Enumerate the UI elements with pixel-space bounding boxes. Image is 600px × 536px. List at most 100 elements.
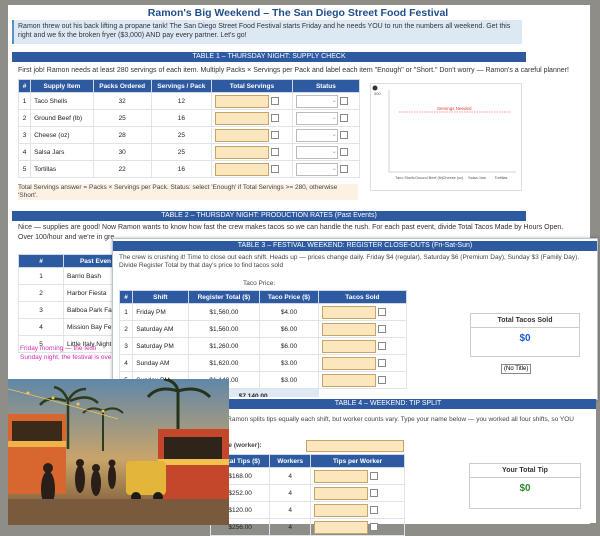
col-num: # (118, 290, 134, 304)
check-box[interactable] (271, 97, 280, 105)
check-box[interactable] (377, 359, 386, 367)
status-cell: ⌄ (291, 143, 361, 161)
total-tacos-box: Total Tacos Sold $0 (470, 313, 580, 357)
tooltip: (No Title) (501, 364, 532, 374)
tacos-sold-input[interactable] (321, 305, 376, 319)
threshold-label: Servings Needed (437, 106, 472, 111)
total-servings-input[interactable] (215, 111, 270, 125)
table-row: $256.00 4 (209, 518, 405, 536)
tacos-sold-input[interactable] (321, 356, 376, 370)
check-box[interactable] (377, 376, 386, 384)
tips-per-worker-input[interactable] (314, 486, 369, 500)
table3-instructions: The crew is crushing it! Time to close o… (119, 254, 580, 269)
table-row: 3 Cheese (oz) 28 25 ⌄ (17, 126, 361, 144)
chart-menu-icon[interactable] (372, 85, 378, 91)
x-tick-label: Taco Shells (395, 176, 415, 180)
x-tick-label: Ground Beef (lb) (415, 176, 444, 180)
register-total: $1,620.00 (187, 354, 261, 372)
col-item: Supply Item (30, 79, 94, 93)
check-box[interactable] (271, 131, 280, 139)
taco-price: $3.00 (259, 371, 319, 389)
packs-ordered: 22 (92, 160, 152, 178)
check-box[interactable] (339, 165, 348, 173)
your-tip-value: $0 (519, 483, 531, 494)
your-tip-box: Your Total Tip $0 (469, 463, 581, 509)
table-row: 2 Saturday AM $1,560.00 $6.00 (118, 320, 408, 338)
check-box[interactable] (339, 148, 348, 156)
warning-text: Friday morning — the festi (20, 345, 97, 352)
tacos-sold-cell (317, 320, 408, 338)
worker-name-input[interactable] (306, 440, 404, 452)
tacos-sold-input[interactable] (321, 322, 376, 336)
total-servings-input[interactable] (215, 94, 270, 108)
total-tacos-label: Total Tacos Sold (471, 314, 579, 328)
shift-name: Saturday AM (132, 320, 189, 338)
table2-instructions: Nice — supplies are good! Now Ramon want… (18, 224, 564, 231)
total-servings-input[interactable] (215, 128, 270, 142)
status-select[interactable]: ⌄ (295, 111, 338, 125)
status-cell: ⌄ (291, 160, 361, 178)
row-number: 4 (17, 143, 32, 161)
table-row: 4 Sunday AM $1,620.00 $3.00 (118, 354, 408, 372)
check-box[interactable] (377, 308, 386, 316)
packs-ordered: 25 (92, 109, 152, 127)
servings-per-pack: 16 (150, 109, 213, 127)
street-food-photo-art (8, 379, 229, 525)
supply-chart-svg: 300 Servings Needed Taco Shells Ground Be… (372, 85, 516, 180)
check-box[interactable] (271, 114, 280, 122)
tip-table: Total Tips ($) Workers Tips per Worker $… (209, 454, 405, 536)
total-servings-cell (211, 126, 293, 144)
check-box[interactable] (370, 506, 379, 514)
status-select[interactable]: ⌄ (295, 162, 338, 176)
register-total: $1,560.00 (187, 320, 261, 338)
col-price: Taco Price ($) (259, 290, 319, 304)
tips-per-worker-input[interactable] (314, 469, 369, 483)
shift-name: Friday PM (132, 303, 189, 321)
packs-ordered: 30 (92, 143, 152, 161)
check-box[interactable] (370, 523, 379, 531)
tips-per-worker-input[interactable] (314, 503, 369, 517)
col-status: Status (291, 79, 361, 93)
table1-footer: Total Servings answer = Packs × Servings… (18, 184, 358, 200)
tacos-sold-cell (317, 371, 408, 389)
table-row: $168.00 4 (209, 467, 405, 485)
status-select[interactable]: ⌄ (295, 145, 338, 159)
row-number: 5 (17, 160, 32, 178)
table-row: 3 Saturday PM $1,260.00 $6.00 (118, 337, 408, 355)
supply-item: Taco Shells (30, 92, 94, 110)
tips-per-worker-cell (310, 467, 405, 485)
tacos-sold-input[interactable] (321, 339, 376, 353)
supply-item: Cheese (oz) (30, 126, 94, 144)
col-workers: Workers (269, 454, 312, 468)
check-box[interactable] (339, 114, 348, 122)
tacos-sold-cell (317, 337, 408, 355)
check-box[interactable] (339, 97, 348, 105)
col-register: Register Total ($) (187, 290, 261, 304)
tacos-sold-input[interactable] (321, 373, 376, 387)
check-box[interactable] (370, 472, 379, 480)
check-box[interactable] (370, 489, 379, 497)
tips-per-worker-input[interactable] (314, 520, 369, 534)
tacos-sold-cell (317, 303, 408, 321)
table-row: $120.00 4 (209, 501, 405, 519)
check-box[interactable] (271, 148, 280, 156)
col-per: Servings / Pack (150, 79, 213, 93)
status-select[interactable]: ⌄ (295, 128, 338, 142)
check-box[interactable] (271, 165, 280, 173)
check-box[interactable] (377, 342, 386, 350)
total-servings-input[interactable] (215, 145, 270, 159)
status-select[interactable]: ⌄ (295, 94, 338, 108)
row-number: 1 (18, 267, 64, 285)
check-box[interactable] (339, 131, 348, 139)
worker-count: 4 (269, 501, 312, 519)
supply-table: # Supply Item Packs Ordered Servings / P… (17, 79, 361, 178)
col-num: # (17, 79, 32, 93)
status-cell: ⌄ (291, 109, 361, 127)
y-max-label: 300 (374, 91, 381, 96)
register-total: $1,260.00 (187, 337, 261, 355)
check-box[interactable] (377, 325, 386, 333)
row-number: 4 (18, 318, 64, 336)
x-tick-label: Cheese (oz) (443, 176, 464, 180)
total-servings-input[interactable] (215, 162, 270, 176)
packs-ordered: 28 (92, 126, 152, 144)
